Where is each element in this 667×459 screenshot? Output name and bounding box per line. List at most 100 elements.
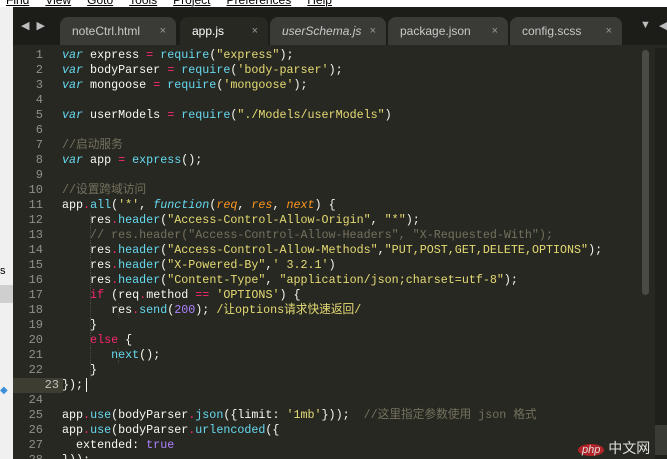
code-token-cm: //设置跨域访问: [62, 183, 147, 197]
code-token-pl: );: [405, 213, 420, 227]
code-token-op: .: [83, 423, 91, 437]
code-editor[interactable]: ◀ ▶ noteCtrl.html × app.js × userSchema.js × p…: [13, 7, 667, 459]
code-token-num: 200: [174, 303, 196, 317]
line-number: 21: [28, 348, 43, 362]
menu-bar: Find View Goto Tools Project Preferences Help: [0, 0, 667, 7]
close-icon[interactable]: ×: [606, 17, 612, 45]
menu-item-help[interactable]: Help: [307, 0, 332, 7]
code-token-fn: require: [181, 108, 231, 122]
line-number: 7: [35, 138, 43, 152]
code-line: res.header("Access-Control-Allow-Origin"…: [62, 213, 642, 228]
code-token-pl: }));: [62, 453, 90, 459]
tab-list-dropdown-icon[interactable]: ▼: [640, 19, 651, 31]
line-number: 5: [35, 108, 43, 122]
code-token-pl: method: [146, 288, 196, 302]
code-token-fn: express: [132, 153, 182, 167]
line-number: 14: [28, 243, 43, 257]
menu-item-preferences[interactable]: Preferences: [227, 0, 292, 7]
code-token-op: ==: [195, 288, 210, 302]
code-token-fn: require: [160, 48, 210, 62]
code-token-str: 'OPTIONS': [216, 288, 280, 302]
code-token-cm: //这里指定参数使用 json 格式: [363, 408, 537, 422]
tab-app-js[interactable]: app.js ×: [180, 17, 268, 45]
indent-guide: [90, 243, 91, 258]
code-token-pl: );: [503, 273, 518, 287]
tab-label: config.scss: [522, 24, 582, 38]
code-token-pl: );: [328, 63, 343, 77]
code-token-str: "Access-Control-Allow-Origin": [167, 213, 371, 227]
code-token-pl: (bodyParser: [111, 423, 189, 437]
code-line: }: [62, 318, 642, 333]
tab-label: app.js: [192, 24, 225, 38]
code-line: extended: true: [62, 438, 642, 453]
scroll-tabs-icon[interactable]: ◀: [659, 19, 667, 32]
code-token-kw: function: [153, 198, 210, 212]
code-token-kw: var: [62, 78, 84, 92]
code-token-pl: ): [384, 108, 392, 122]
code-token-pl: ,: [237, 198, 252, 212]
close-icon[interactable]: ×: [370, 17, 376, 45]
code-token-pl: res: [62, 273, 112, 287]
code-token-pl: express: [83, 48, 147, 62]
close-icon[interactable]: ×: [252, 17, 258, 45]
close-icon[interactable]: ×: [492, 17, 498, 45]
code-line: res.header("Content-Type", "application/…: [62, 273, 642, 288]
tab-label: package.json: [400, 24, 471, 38]
code-line: var app = express();: [62, 153, 642, 168]
menu-item-view[interactable]: View: [45, 0, 71, 7]
code-token-pl: ): [328, 258, 336, 272]
code-token-str: 'mongoose': [223, 78, 294, 92]
line-number-gutter: 1 2 3 4 5 6 7 8 9 10 11 12 13 14 15 16 17 18 19 20 21 22 23 24 2…: [13, 48, 63, 459]
code-token-kw: var: [62, 108, 84, 122]
line-number: 8: [35, 153, 43, 167]
tab-config-scss[interactable]: config.scss ×: [510, 17, 622, 45]
minimap[interactable]: [655, 48, 667, 459]
code-token-ctl: if: [62, 288, 105, 302]
code-token-pl: res: [62, 303, 133, 317]
code-token-par: next: [286, 198, 315, 212]
indent-guide: [118, 303, 119, 318]
menu-item-tools[interactable]: Tools: [129, 0, 157, 7]
code-area[interactable]: var express = require("express"); var bod…: [62, 48, 642, 459]
indent-guide: [90, 258, 91, 273]
close-icon[interactable]: ×: [160, 17, 166, 45]
tab-nav-arrows-icon[interactable]: ◀ ▶: [21, 19, 47, 32]
line-number: 13: [28, 228, 43, 242]
vertical-scrollbar[interactable]: [641, 48, 651, 459]
minimap-viewport[interactable]: [655, 425, 667, 455]
code-token-pl: bodyParser: [83, 63, 168, 77]
code-token-str: "*": [384, 213, 406, 227]
background-selection: [0, 285, 13, 303]
indent-guide: [90, 348, 91, 363]
code-token-fn: header: [118, 243, 161, 257]
code-token-pl: ,: [377, 243, 385, 257]
code-token-pl: userModels: [83, 108, 168, 122]
code-line: var express = require("express");: [62, 48, 642, 63]
menu-item-project[interactable]: Project: [173, 0, 210, 7]
line-number: 27: [28, 438, 43, 452]
tab-userschema-js[interactable]: userSchema.js ×: [270, 17, 386, 45]
line-number: 4: [35, 93, 43, 107]
scrollbar-thumb[interactable]: [642, 50, 649, 295]
code-line: });: [62, 378, 642, 393]
code-token-pl: ({limit:: [223, 408, 287, 422]
code-line: //启动服务: [62, 138, 642, 153]
code-token-str: "PUT,POST,GET,DELETE,OPTIONS": [384, 243, 589, 257]
indent-guide: [90, 228, 91, 243]
line-number: 12: [28, 213, 43, 227]
code-token-fn: header: [118, 213, 161, 227]
menu-item-find[interactable]: Find: [6, 0, 29, 7]
tab-package-json[interactable]: package.json ×: [388, 17, 508, 45]
code-token-fn: json: [195, 408, 224, 422]
code-token-str: /让options请求快速返回/: [209, 303, 362, 317]
code-token-pl: res: [62, 243, 112, 257]
watermark-badge: php: [578, 444, 605, 456]
tab-notectrl-html[interactable]: noteCtrl.html ×: [60, 17, 176, 45]
line-number: 25: [28, 408, 43, 422]
line-number: 18: [28, 303, 43, 317]
code-token-pl: res: [62, 258, 112, 272]
code-token-pl: }: [62, 318, 98, 332]
code-token-pl: });: [62, 378, 84, 393]
menu-item-goto[interactable]: Goto: [87, 0, 113, 7]
